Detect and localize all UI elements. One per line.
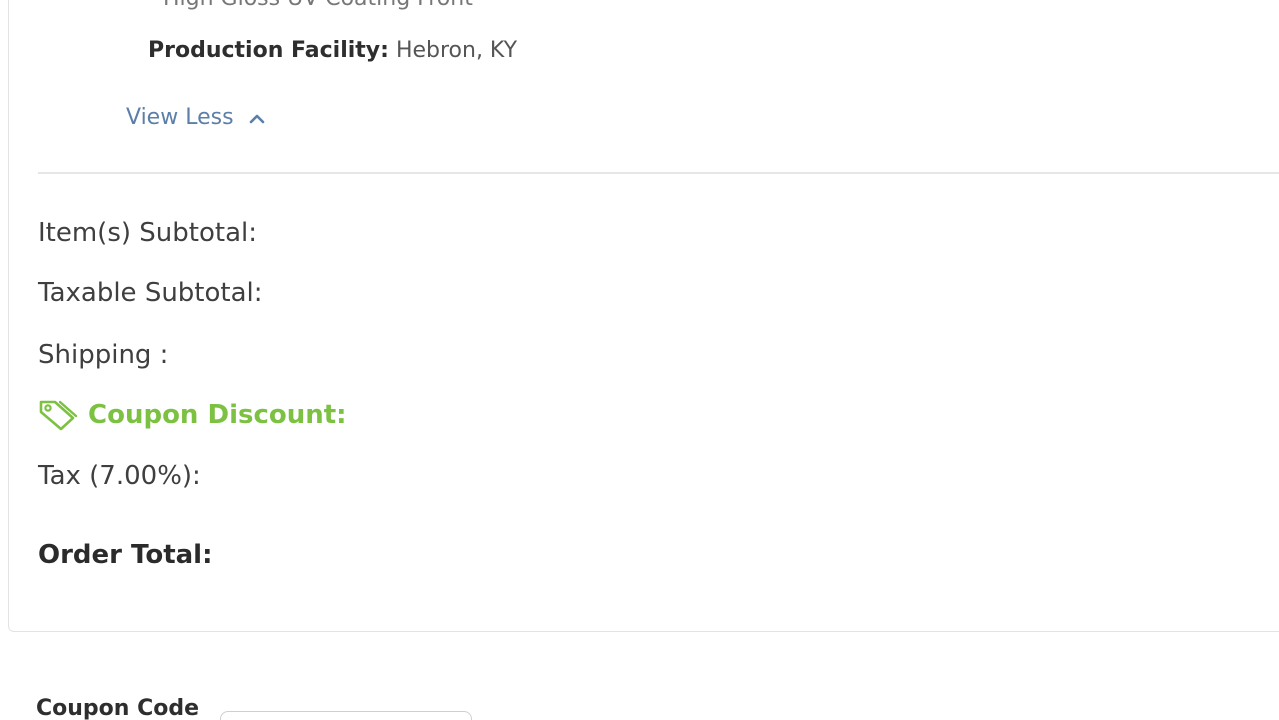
chevron-up-icon bbox=[249, 114, 264, 123]
coating-spec-line: High Gloss UV Coating Front bbox=[163, 0, 473, 11]
order-summary-card bbox=[8, 0, 1279, 632]
coupon-code-label: Coupon Code bbox=[36, 696, 200, 720]
coupon-code-input[interactable] bbox=[220, 711, 472, 720]
production-facility-label: Production Facility: bbox=[148, 38, 389, 63]
order-total-row: Order Total: bbox=[38, 540, 212, 570]
items-subtotal-label: Item(s) Subtotal: bbox=[38, 218, 257, 248]
section-divider bbox=[38, 172, 1279, 174]
order-summary-page: High Gloss UV Coating Front Production F… bbox=[0, 0, 1279, 720]
coupon-discount-row: Coupon Discount: bbox=[38, 398, 347, 432]
tax-row: Tax (7.00%): bbox=[38, 461, 201, 491]
shipping-label: Shipping : bbox=[38, 340, 169, 370]
tag-icon bbox=[39, 400, 78, 431]
taxable-subtotal-label: Taxable Subtotal: bbox=[38, 278, 263, 308]
coupon-discount-label: Coupon Discount: bbox=[88, 400, 347, 430]
production-facility: Production Facility: Hebron, KY bbox=[148, 38, 517, 63]
view-less-link[interactable]: View Less bbox=[126, 105, 266, 130]
taxable-subtotal-row: Taxable Subtotal: bbox=[38, 278, 263, 308]
order-total-label: Order Total: bbox=[38, 540, 213, 570]
production-facility-value: Hebron, KY bbox=[395, 38, 518, 63]
items-subtotal-row: Item(s) Subtotal: bbox=[38, 218, 257, 248]
tax-label: Tax (7.00%): bbox=[38, 461, 201, 491]
shipping-row: Shipping : bbox=[38, 340, 168, 370]
view-less-label: View Less bbox=[126, 105, 234, 130]
